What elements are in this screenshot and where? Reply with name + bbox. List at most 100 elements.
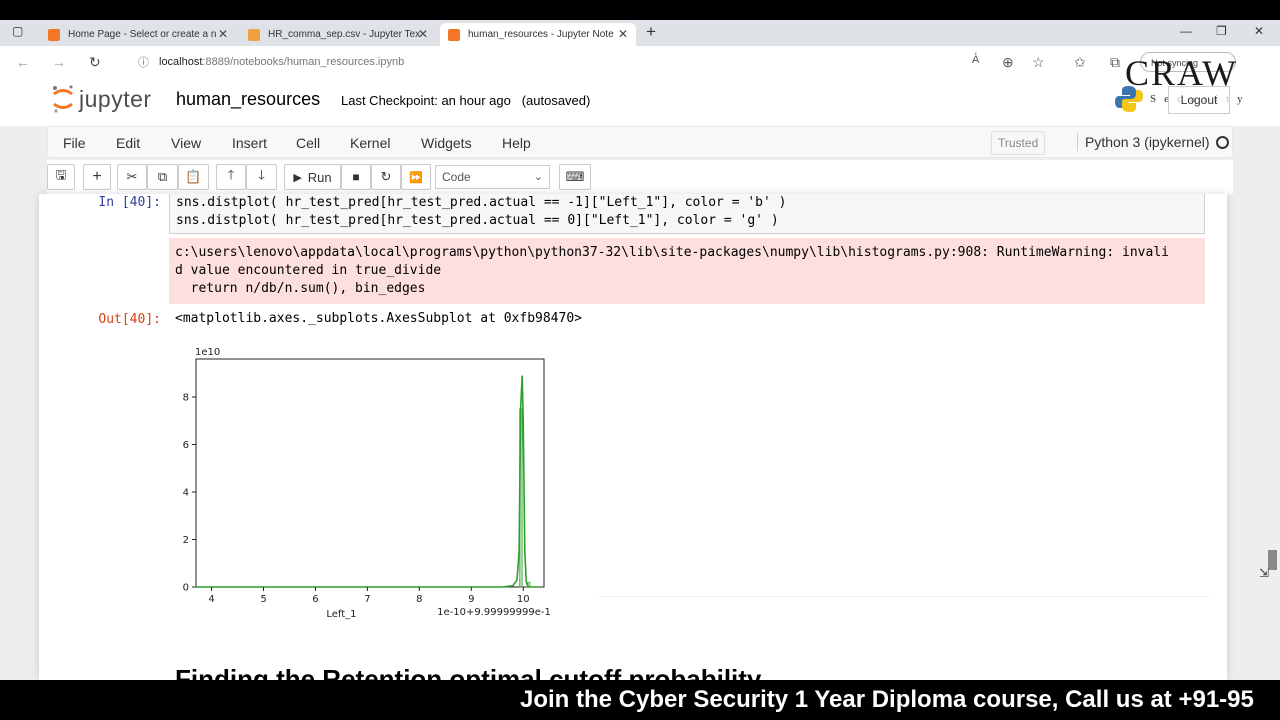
x-tick-label: 10 <box>517 594 530 605</box>
address-bar-row: ← → ↻ ⓘ localhost :8889/notebooks/human_… <box>0 46 1280 79</box>
close-window-icon[interactable]: ✕ <box>1254 24 1264 38</box>
out-prompt: Out[40]: <box>98 312 161 327</box>
arrow-up-icon: 🡑 <box>227 167 235 182</box>
move-up-button[interactable]: 🡑 <box>216 164 246 190</box>
paste-icon: 📋 <box>185 169 202 184</box>
menu-insert[interactable]: Insert <box>232 135 267 151</box>
trusted-indicator[interactable]: Trusted <box>991 131 1046 155</box>
plus-icon: + <box>92 168 102 185</box>
cut-button[interactable]: ✂ <box>117 164 147 190</box>
site-info-icon[interactable]: ⓘ <box>138 54 149 70</box>
stop-icon: ■ <box>352 170 360 184</box>
plot-area <box>195 358 545 588</box>
jupyter-logo-text[interactable]: jupyter <box>79 86 152 113</box>
stderr-line: return n/db/n.sum(), bin_edges <box>175 281 426 296</box>
cell-type-select[interactable]: Code ⌄ <box>435 165 550 189</box>
scrollbar-thumb[interactable] <box>1268 550 1277 570</box>
restart-button[interactable]: ↻ <box>371 164 401 190</box>
close-tab-icon[interactable]: ✕ <box>618 27 628 41</box>
x-tick-label: 9 <box>468 594 474 605</box>
code-line: sns.distplot( hr_test_pred[hr_test_pred.… <box>176 213 779 228</box>
minimize-icon[interactable]: — <box>1180 24 1192 38</box>
close-tab-icon[interactable]: ✕ <box>218 27 228 41</box>
forward-icon[interactable]: → <box>52 54 66 70</box>
autosave-status: (autosaved) <box>521 93 591 108</box>
markdown-heading: Finding the Retention optimal cutoff pro… <box>175 664 762 680</box>
y-scale-label: 1e10 <box>195 347 220 358</box>
menu-cell[interactable]: Cell <box>296 135 320 151</box>
banner-text: Join the Cyber Security 1 Year Diploma c… <box>520 686 1254 713</box>
play-icon: ▶ <box>293 171 302 184</box>
save-icon: 🖫 <box>55 167 67 182</box>
notebook-name[interactable]: human_resources <box>176 89 320 110</box>
jupyter-logo-icon[interactable] <box>51 84 75 114</box>
y-tick-label: 4 <box>183 488 189 499</box>
browser-tab-home[interactable]: Home Page - Select or create a n ✕ <box>40 23 236 46</box>
paste-button[interactable]: 📋 <box>178 164 209 190</box>
jupyter-favicon-icon <box>48 28 60 41</box>
y-tick-label: 0 <box>183 583 189 594</box>
screen-top-strip <box>0 0 1280 20</box>
insert-cell-button[interactable]: + <box>83 164 111 190</box>
kernel-idle-icon <box>1216 136 1229 149</box>
notebook-page[interactable]: In [40]: sns.distplot( hr_test_pred[hr_t… <box>39 194 1227 680</box>
menu-kernel[interactable]: Kernel <box>350 135 390 151</box>
chevron-down-icon: ⌄ <box>533 171 543 183</box>
menubar-divider <box>1077 133 1078 151</box>
in-prompt: In [40]: <box>98 195 161 210</box>
favorite-add-icon[interactable]: ☆ <box>1032 54 1045 71</box>
menu-widgets[interactable]: Widgets <box>421 135 472 151</box>
mouse-cursor-icon: ⇲ <box>1259 566 1270 580</box>
menu-file[interactable]: File <box>63 135 86 151</box>
url-path: :8889/notebooks/human_resources.ipynb <box>202 56 405 68</box>
browser-tab-notebook[interactable]: human_resources - Jupyter Note ✕ <box>440 23 636 46</box>
maximize-icon[interactable]: ❐ <box>1216 24 1227 38</box>
menu-view[interactable]: View <box>171 135 201 151</box>
fast-forward-icon: ⏩ <box>409 171 423 184</box>
output-text: <matplotlib.axes._subplots.AxesSubplot a… <box>175 311 582 326</box>
keyboard-icon: ⌨ <box>565 169 585 184</box>
notebook-menubar: File Edit View Insert Cell Kernel Widget… <box>47 126 1233 158</box>
run-label: Run <box>307 169 332 185</box>
zoom-icon[interactable]: ⊕ <box>1002 54 1014 71</box>
y-tick-label: 2 <box>183 535 189 546</box>
x-tick-label: 5 <box>260 594 266 605</box>
code-cell-input[interactable]: sns.distplot( hr_test_pred[hr_test_pred.… <box>169 194 1205 234</box>
run-button[interactable]: ▶ Run <box>284 164 341 190</box>
arrow-down-icon: 🡓 <box>258 167 265 182</box>
x-tick-label: 8 <box>416 594 422 605</box>
favorites-icon[interactable]: ✩ <box>1074 54 1086 71</box>
scissors-icon: ✂ <box>126 169 138 184</box>
copy-button[interactable]: ⧉ <box>147 164 178 190</box>
x-tick-label: 7 <box>364 594 370 605</box>
x-axis-label: Left_1 <box>326 609 356 620</box>
tab-actions-icon[interactable]: ▢ <box>12 24 23 38</box>
tab-label: human_resources - Jupyter Note <box>468 29 614 40</box>
jupyter-header: jupyter human_resources Last Checkpoint:… <box>0 78 1280 126</box>
browser-tab-csv[interactable]: HR_comma_sep.csv - Jupyter Tex ✕ <box>240 23 436 46</box>
close-tab-icon[interactable]: ✕ <box>418 27 428 41</box>
stderr-output: c:\users\lenovo\appdata\local\programs\p… <box>169 238 1205 304</box>
interrupt-button[interactable]: ■ <box>341 164 371 190</box>
browser-tab-bar: ▢ Home Page - Select or create a n ✕ HR_… <box>0 20 1280 46</box>
copy-icon: ⧉ <box>157 169 168 184</box>
new-tab-button[interactable]: + <box>646 22 656 42</box>
refresh-icon[interactable]: ↻ <box>89 54 101 71</box>
page-scrollbar[interactable] <box>1258 194 1280 680</box>
collections-icon[interactable]: ⧉ <box>1110 54 1120 71</box>
restart-run-all-button[interactable]: ⏩ <box>401 164 431 190</box>
stderr-line: d value encountered in true_divide <box>175 263 442 278</box>
kernel-name[interactable]: Python 3 (ipykernel) <box>1085 134 1210 150</box>
read-aloud-icon[interactable]: A᷾ <box>972 54 979 66</box>
command-palette-button[interactable]: ⌨ <box>559 164 591 190</box>
menu-help[interactable]: Help <box>502 135 531 151</box>
tab-label: HR_comma_sep.csv - Jupyter Tex <box>268 29 421 40</box>
move-down-button[interactable]: 🡓 <box>246 164 277 190</box>
back-icon[interactable]: ← <box>16 54 30 70</box>
logout-button[interactable]: Logout <box>1168 86 1230 114</box>
cell-type-value: Code <box>442 170 471 184</box>
stderr-line: c:\users\lenovo\appdata\local\programs\p… <box>175 245 1169 260</box>
save-button[interactable]: 🖫 <box>47 164 75 190</box>
url-field[interactable]: ⓘ localhost :8889/notebooks/human_resour… <box>122 50 1080 74</box>
menu-edit[interactable]: Edit <box>116 135 140 151</box>
